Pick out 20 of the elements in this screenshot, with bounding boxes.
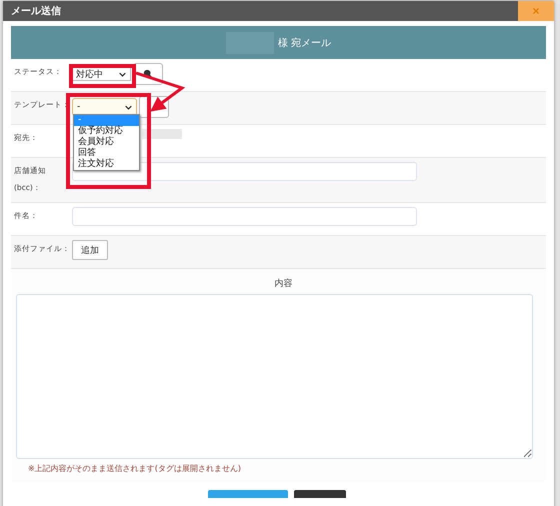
subject-input-field[interactable]: [72, 207, 417, 226]
field-label: 内容: [274, 278, 294, 290]
caret-icon: [119, 72, 126, 76]
search-icon: [143, 69, 153, 79]
content-text-area[interactable]: [16, 294, 533, 459]
notice-text: ※上記内容がそのまま送信されます(タグは展開されません): [27, 463, 242, 475]
highlight-frame: [69, 64, 136, 88]
header-title: 様 宛メール: [278, 36, 332, 50]
caret-icon: [125, 104, 132, 110]
dropdown-option[interactable]: 注文対応: [74, 159, 139, 170]
redacted-address: [142, 129, 182, 139]
annotation-arrow: [136, 72, 186, 112]
dropdown-option[interactable]: 回答: [74, 148, 139, 159]
status-select[interactable]: 対応中: [71, 67, 131, 81]
dropdown-option[interactable]: 会員対応: [74, 137, 139, 148]
dropdown-option[interactable]: 仮予約対応: [74, 126, 139, 137]
window-title: メール送信: [10, 4, 61, 18]
add-button[interactable]: 追加: [72, 240, 108, 260]
button-edge[interactable]: [294, 490, 346, 498]
button-edge[interactable]: [208, 490, 288, 498]
